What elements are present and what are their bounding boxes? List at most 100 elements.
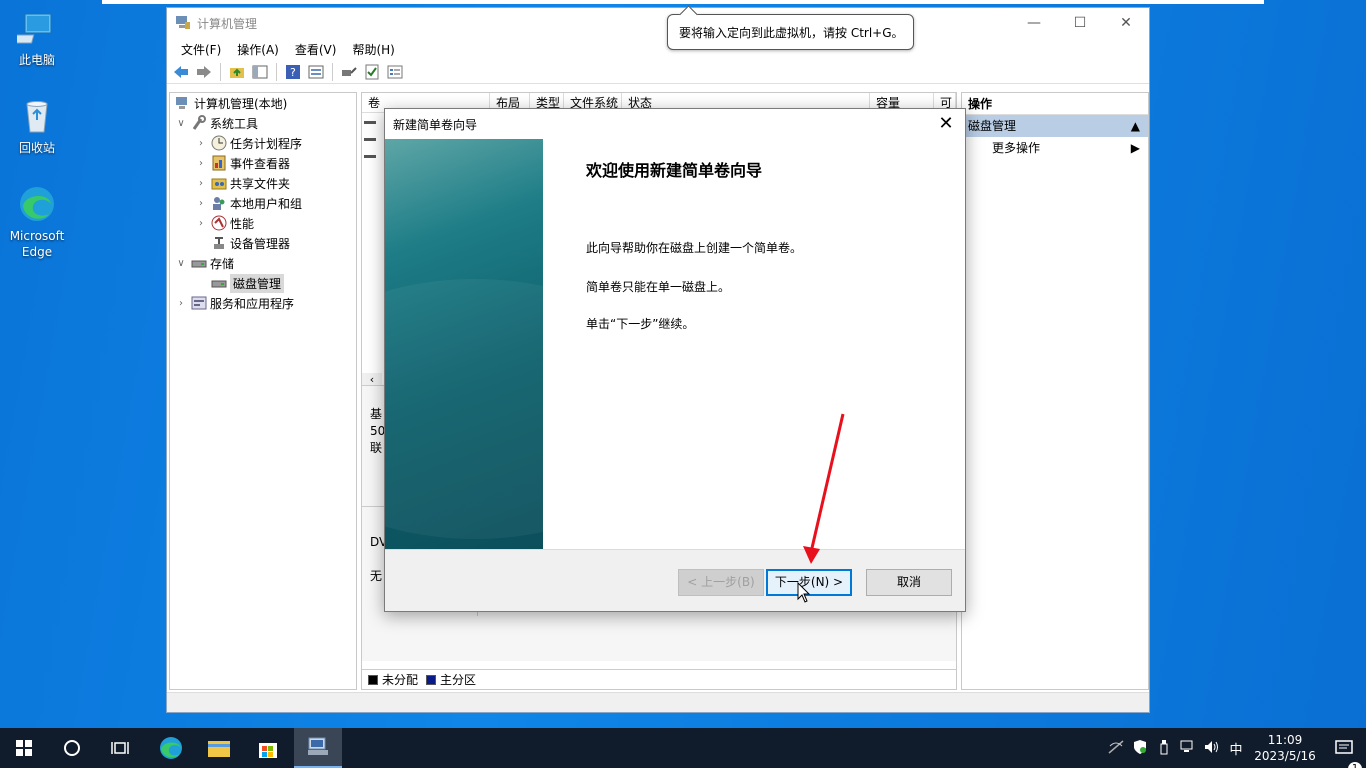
chevron-right-icon[interactable]: ›: [194, 158, 208, 169]
checklist-icon[interactable]: [362, 62, 382, 82]
disk-icon: [211, 275, 227, 291]
connect-icon[interactable]: [339, 62, 359, 82]
tree-item-root[interactable]: 计算机管理(本地): [170, 93, 356, 113]
taskbar-edge[interactable]: [148, 728, 194, 768]
tree-item-services-apps[interactable]: › 服务和应用程序: [170, 293, 356, 313]
tree-item-storage[interactable]: ∨ 存储: [170, 253, 356, 273]
help-icon[interactable]: ?: [283, 62, 303, 82]
wizard-heading: 欢迎使用新建简单卷向导: [586, 161, 763, 180]
network-icon[interactable]: [1176, 740, 1200, 757]
drive-icon: [364, 138, 376, 141]
wizard-text-3: 单击“下一步”继续。: [586, 317, 695, 331]
desktop-icon-recycle-bin[interactable]: 回收站: [4, 96, 70, 156]
toolbar: ?: [167, 60, 1149, 84]
back-button[interactable]: < 上一步(B): [678, 569, 764, 596]
status-bar: [167, 692, 1149, 712]
tree-item-local-users[interactable]: › 本地用户和组: [170, 193, 356, 213]
cancel-button[interactable]: 取消: [866, 569, 952, 596]
storage-icon: [191, 255, 207, 271]
taskbar-store[interactable]: [244, 728, 292, 768]
dialog-close-button[interactable]: ✕: [935, 113, 957, 134]
disk-0-label: 基 50 联: [370, 407, 386, 455]
tree-item-disk-management[interactable]: 磁盘管理: [170, 273, 356, 293]
chevron-right-icon[interactable]: ›: [194, 218, 208, 229]
actions-section-disk-management[interactable]: 磁盘管理 ▲: [962, 115, 1148, 137]
computer-management-icon: [308, 737, 328, 755]
ime-indicator[interactable]: 中: [1224, 739, 1248, 758]
desktop-icon-this-pc[interactable]: 此电脑: [4, 8, 70, 68]
window-title: 计算机管理: [197, 16, 258, 31]
vm-top-strip: [102, 0, 1264, 4]
taskbar-computer-management[interactable]: [294, 728, 342, 768]
list-view-icon[interactable]: [385, 62, 405, 82]
notification-count-badge: 1: [1348, 762, 1362, 768]
chevron-right-icon[interactable]: ›: [174, 298, 188, 309]
tree-item-performance[interactable]: › 性能: [170, 213, 356, 233]
show-hide-tree-icon[interactable]: [250, 62, 270, 82]
navigation-tree: 计算机管理(本地) ∨ 系统工具 › 任务计划程序 › 事件查看器 › 共享文件…: [169, 92, 357, 690]
desktop-icon-label: 此电脑: [18, 53, 55, 67]
tree-item-device-manager[interactable]: 设备管理器: [170, 233, 356, 253]
properties-icon[interactable]: [306, 62, 326, 82]
system-tray: 中 11:09 2023/5/16 1: [1104, 728, 1366, 768]
drive-icon: [364, 155, 376, 158]
dialog-title: 新建简单卷向导: [393, 117, 478, 132]
desktop-icon-edge[interactable]: Microsoft Edge: [4, 184, 70, 260]
menu-action[interactable]: 操作(A): [229, 41, 287, 58]
taskbar-file-explorer[interactable]: [196, 728, 242, 768]
actions-header: 操作: [962, 93, 1148, 115]
clock-icon: [211, 135, 227, 151]
new-simple-volume-wizard-dialog: 新建简单卷向导 ✕ 欢迎使用新建简单卷向导 此向导帮助你在磁盘上创建一个简单卷。…: [384, 108, 966, 612]
window-titlebar[interactable]: 计算机管理: [167, 8, 1149, 38]
wizard-content: 欢迎使用新建简单卷向导 此向导帮助你在磁盘上创建一个简单卷。 简单卷只能在单一磁…: [586, 157, 946, 354]
start-button[interactable]: [0, 728, 48, 768]
menu-file[interactable]: 文件(F): [173, 41, 229, 58]
chevron-down-icon[interactable]: ∨: [174, 118, 188, 129]
mouse-cursor-icon: [797, 582, 811, 603]
chevron-down-icon[interactable]: ∨: [174, 258, 188, 269]
clock-time: 11:09: [1267, 733, 1303, 747]
shared-folder-icon: [211, 175, 227, 191]
tree-item-task-scheduler[interactable]: › 任务计划程序: [170, 133, 356, 153]
desktop-icon-label: 回收站: [18, 141, 55, 155]
menu-help[interactable]: 帮助(H): [344, 41, 402, 58]
task-view-icon: [111, 742, 129, 754]
search-button[interactable]: [48, 728, 96, 768]
tree-item-system-tools[interactable]: ∨ 系统工具: [170, 113, 356, 133]
svg-text:?: ?: [290, 66, 296, 79]
minimize-button[interactable]: —: [1011, 8, 1057, 38]
chevron-right-icon[interactable]: ›: [194, 138, 208, 149]
tree-item-shared-folders[interactable]: › 共享文件夹: [170, 173, 356, 193]
volume-rows-stub: [364, 117, 380, 177]
more-actions-item[interactable]: 更多操作 ▶: [962, 137, 1148, 159]
legend-primary-label: 主分区: [440, 673, 477, 687]
wizard-text-1: 此向导帮助你在磁盘上创建一个简单卷。: [586, 241, 803, 255]
close-button[interactable]: ✕: [1103, 8, 1149, 38]
store-bag-icon: [259, 743, 277, 758]
vm-input-tooltip: 要将输入定向到此虚拟机，请按 Ctrl+G。: [667, 14, 914, 50]
forward-arrow-icon[interactable]: [194, 62, 214, 82]
folder-icon: [208, 741, 230, 757]
legend-swatch-primary: [426, 674, 437, 685]
taskbar-clock[interactable]: 11:09 2023/5/16: [1248, 732, 1322, 764]
menu-view[interactable]: 查看(V): [287, 41, 345, 58]
submenu-arrow-icon: ▶: [1130, 141, 1140, 155]
tools-icon: [191, 115, 207, 131]
up-folder-icon[interactable]: [227, 62, 247, 82]
collapse-up-icon[interactable]: ▲: [1131, 115, 1140, 137]
windows-logo-icon: [16, 740, 32, 756]
usb-device-icon[interactable]: [1152, 739, 1176, 758]
action-center-button[interactable]: 1: [1322, 740, 1366, 768]
network-disconnected-icon[interactable]: [1104, 739, 1128, 757]
volume-icon[interactable]: [1200, 740, 1224, 757]
chevron-right-icon[interactable]: ›: [194, 178, 208, 189]
security-shield-icon[interactable]: [1128, 739, 1152, 758]
drive-icon: [364, 121, 376, 124]
back-arrow-icon[interactable]: [171, 62, 191, 82]
tree-item-event-viewer[interactable]: › 事件查看器: [170, 153, 356, 173]
chevron-right-icon[interactable]: ›: [194, 198, 208, 209]
wizard-side-banner: [385, 139, 543, 549]
task-view-button[interactable]: [96, 728, 144, 768]
disk-legend: 未分配 主分区: [362, 669, 956, 689]
maximize-button[interactable]: ☐: [1057, 8, 1103, 38]
